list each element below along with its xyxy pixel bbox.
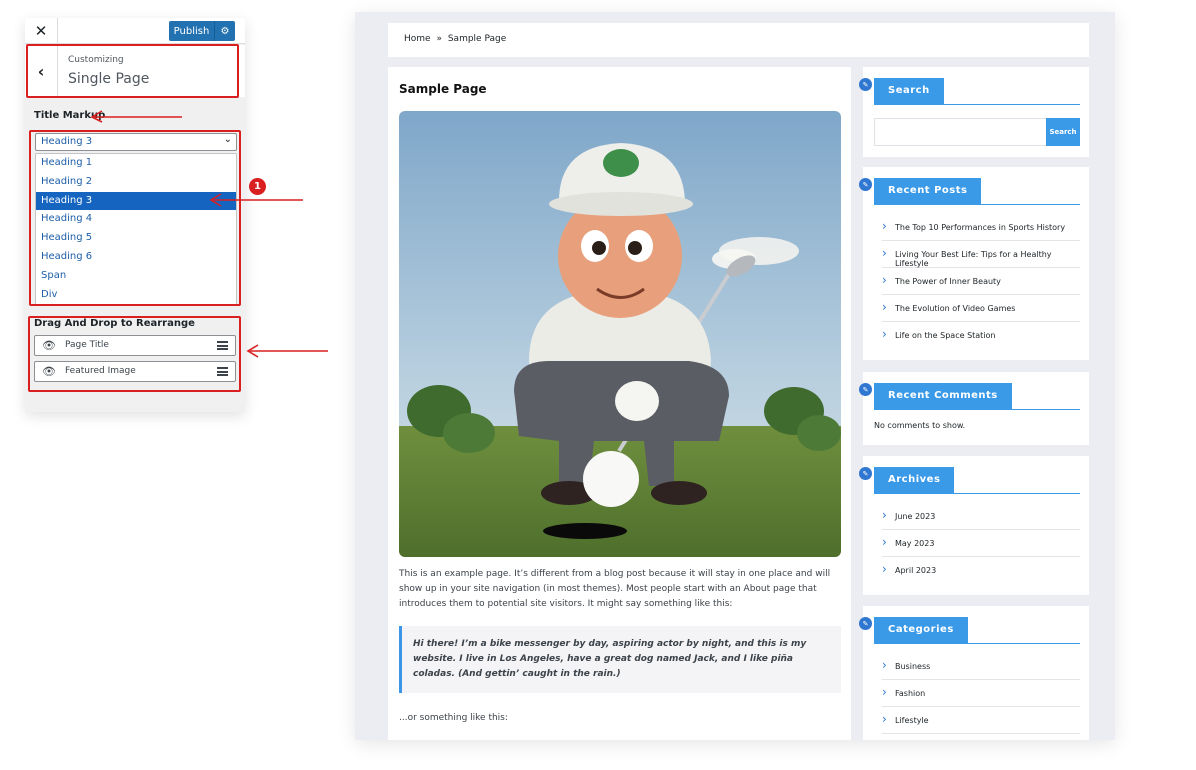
list-item[interactable]: June 2023 [882, 503, 1080, 530]
option-heading-2[interactable]: Heading 2 [36, 173, 236, 192]
option-heading-4[interactable]: Heading 4 [36, 210, 236, 229]
annotation-badge: 1 [249, 178, 266, 195]
customizer-panel: ✕ Publish ⚙ ‹ Customizing Single Page Ti… [25, 18, 245, 412]
widget-title: Archives [874, 467, 955, 494]
option-heading-1[interactable]: Heading 1 [36, 154, 236, 173]
drag-handle-icon[interactable] [217, 367, 228, 376]
widget-archives: ✎ Archives June 2023 May 2023 April 2023 [859, 456, 1089, 595]
drag-item-page-title[interactable]: 👁 Page Title [34, 335, 236, 356]
drag-drop-label: Drag And Drop to Rearrange [34, 318, 195, 329]
customizing-label: Customizing [68, 55, 124, 65]
option-heading-6[interactable]: Heading 6 [36, 248, 236, 267]
option-heading-3[interactable]: Heading 3 [36, 191, 236, 211]
section-title: Single Page [68, 71, 150, 87]
search-button[interactable]: Search [1046, 118, 1080, 146]
breadcrumb-home[interactable]: Home [404, 34, 431, 44]
page-title: Sample Page [399, 82, 487, 96]
widget-recent-posts: ✎ Recent Posts The Top 10 Performances i… [859, 167, 1089, 360]
title-markup-options: Heading 1 Heading 2 Heading 3 Heading 4 … [35, 153, 237, 305]
list-item[interactable]: Living Your Best Life: Tips for a Health… [882, 241, 1080, 268]
divider [874, 104, 1080, 105]
chevron-down-icon: ⌄ [223, 134, 232, 145]
title-markup-select[interactable]: Heading 3 ⌄ [35, 133, 237, 151]
list-item[interactable]: The Power of Inner Beauty [882, 268, 1080, 295]
widget-categories: ✎ Categories Business Fashion Lifestyle [859, 606, 1089, 740]
edit-pencil-icon[interactable]: ✎ [859, 78, 872, 91]
drag-item-label: Page Title [65, 340, 109, 350]
gear-icon[interactable]: ⚙ [214, 21, 235, 41]
close-icon[interactable]: ✕ [25, 18, 58, 44]
annotation-arrow-drag-drop [246, 344, 328, 358]
widget-title: Categories [874, 617, 968, 644]
divider [874, 493, 1080, 494]
blockquote: Hi there! I’m a bike messenger by day, a… [399, 626, 841, 693]
list-item[interactable]: Lifestyle [882, 707, 1080, 734]
edit-pencil-icon[interactable]: ✎ [859, 467, 872, 480]
publish-button[interactable]: Publish ⚙ [169, 21, 235, 41]
list-item[interactable]: Fashion [882, 680, 1080, 707]
widget-title: Search [874, 78, 944, 105]
list-item[interactable]: The Top 10 Performances in Sports Histor… [882, 214, 1080, 241]
drag-item-label: Featured Image [65, 366, 136, 376]
edit-pencil-icon[interactable]: ✎ [859, 383, 872, 396]
option-heading-5[interactable]: Heading 5 [36, 229, 236, 248]
breadcrumb-separator: » [436, 34, 442, 44]
customizer-header: ✕ Publish ⚙ [25, 18, 245, 44]
page-paragraph-2: ...or something like this: [399, 713, 508, 723]
featured-image [399, 111, 841, 557]
eye-icon[interactable]: 👁 [42, 339, 56, 352]
option-div[interactable]: Div [36, 286, 236, 305]
list-item[interactable]: Business [882, 653, 1080, 680]
list-item[interactable]: Life on the Space Station [882, 322, 1080, 349]
widget-title: Recent Posts [874, 178, 982, 205]
drag-item-featured-image[interactable]: 👁 Featured Image [34, 361, 236, 382]
select-value: Heading 3 [41, 136, 93, 147]
publish-label: Publish [173, 25, 210, 37]
widget-title: Recent Comments [874, 383, 1012, 410]
title-markup-label: Title Markup [34, 110, 106, 121]
list-item[interactable]: April 2023 [882, 557, 1080, 584]
drag-handle-icon[interactable] [217, 341, 228, 350]
widget-search: ✎ Search Search [859, 67, 1089, 157]
page-paragraph: This is an example page. It’s different … [399, 569, 831, 609]
no-comments-text: No comments to show. [874, 421, 966, 430]
eye-icon[interactable]: 👁 [42, 365, 56, 378]
divider [874, 409, 1080, 410]
option-span[interactable]: Span [36, 267, 236, 286]
list-item[interactable]: May 2023 [882, 530, 1080, 557]
search-input[interactable] [874, 118, 1047, 146]
edit-pencil-icon[interactable]: ✎ [859, 178, 872, 191]
divider [874, 204, 1080, 205]
edit-pencil-icon[interactable]: ✎ [859, 617, 872, 630]
site-preview: Home » Sample Page Sample Page This is a… [355, 12, 1115, 740]
breadcrumb-current: Sample Page [447, 34, 507, 44]
divider [874, 643, 1080, 644]
list-item[interactable]: The Evolution of Video Games [882, 295, 1080, 322]
breadcrumb: Home » Sample Page [388, 23, 1089, 57]
back-chevron-icon[interactable]: ‹ [25, 45, 58, 97]
widget-recent-comments: ✎ Recent Comments No comments to show. [859, 372, 1089, 445]
main-content: Sample Page This is an example page. It’… [388, 67, 851, 740]
section-header: ‹ Customizing Single Page [25, 45, 245, 97]
